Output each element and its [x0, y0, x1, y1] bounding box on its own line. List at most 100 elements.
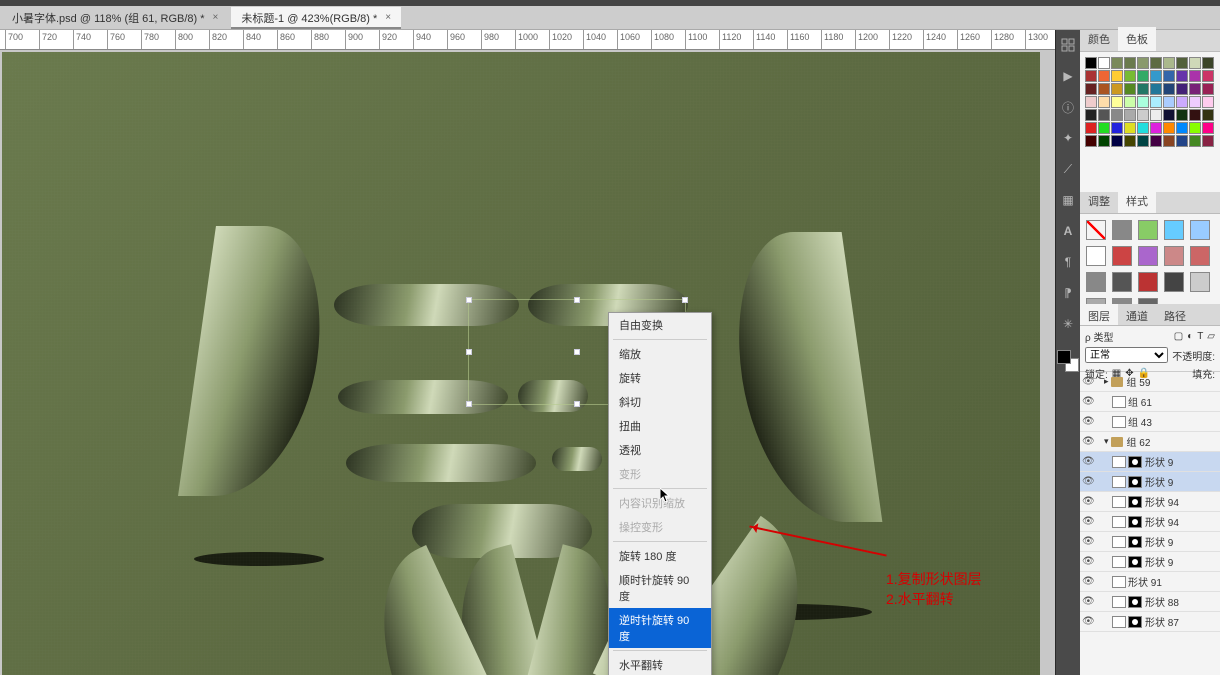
swatches-icon[interactable]: ▦ [1059, 191, 1077, 209]
ctx-rotate-cw-90[interactable]: 顺时针旋转 90 度 [609, 568, 711, 608]
style-preset[interactable] [1138, 220, 1158, 240]
styles-panel[interactable] [1080, 214, 1220, 304]
visibility-icon[interactable]: 👁 [1082, 396, 1096, 407]
tab-color[interactable]: 颜色 [1080, 27, 1118, 51]
layer-row[interactable]: 👁形状 9 [1080, 532, 1220, 552]
style-preset[interactable] [1086, 246, 1106, 266]
tab-adjustments[interactable]: 调整 [1080, 189, 1118, 213]
ctx-rotate-180[interactable]: 旋转 180 度 [609, 544, 711, 568]
style-preset[interactable] [1086, 272, 1106, 292]
layer-row[interactable]: 👁形状 87 [1080, 612, 1220, 632]
layer-row[interactable]: 👁形状 88 [1080, 592, 1220, 612]
swatch[interactable] [1176, 135, 1188, 147]
swatch[interactable] [1085, 96, 1097, 108]
swatch[interactable] [1111, 122, 1123, 134]
filter-adjust-icon[interactable]: ◐ [1187, 331, 1193, 342]
layer-row[interactable]: 👁组 43 [1080, 412, 1220, 432]
swatch[interactable] [1163, 135, 1175, 147]
layer-row[interactable]: 👁组 61 [1080, 392, 1220, 412]
swatch[interactable] [1098, 70, 1110, 82]
blend-mode-select[interactable]: 正常 [1085, 347, 1168, 363]
swatch[interactable] [1189, 83, 1201, 95]
swatch[interactable] [1124, 122, 1136, 134]
swatch[interactable] [1137, 96, 1149, 108]
swatch[interactable] [1150, 83, 1162, 95]
brush-icon[interactable]: ✦ [1059, 129, 1077, 147]
layer-row[interactable]: 👁形状 94 [1080, 512, 1220, 532]
swatch[interactable] [1189, 96, 1201, 108]
swatch[interactable] [1098, 122, 1110, 134]
canvas-area[interactable]: 7007207407607808008208408608809009209409… [0, 30, 1055, 675]
swatch[interactable] [1111, 70, 1123, 82]
visibility-icon[interactable]: 👁 [1082, 416, 1096, 427]
swatch[interactable] [1085, 83, 1097, 95]
swatch[interactable] [1176, 57, 1188, 69]
swatch[interactable] [1150, 109, 1162, 121]
style-preset[interactable] [1190, 246, 1210, 266]
swatch[interactable] [1111, 96, 1123, 108]
close-icon[interactable]: × [213, 12, 219, 23]
swatch[interactable] [1189, 70, 1201, 82]
layer-row[interactable]: 👁▸组 59 [1080, 372, 1220, 392]
swatch[interactable] [1189, 57, 1201, 69]
swatch[interactable] [1202, 135, 1214, 147]
swatch[interactable] [1176, 83, 1188, 95]
swatch[interactable] [1202, 122, 1214, 134]
swatch[interactable] [1176, 70, 1188, 82]
swatch[interactable] [1098, 83, 1110, 95]
layer-list[interactable]: 👁▸组 59👁组 61👁组 43👁▾组 62👁形状 9👁形状 9👁形状 94👁形… [1080, 372, 1220, 675]
style-preset[interactable] [1190, 220, 1210, 240]
swatch[interactable] [1150, 96, 1162, 108]
swatch[interactable] [1202, 83, 1214, 95]
swatch[interactable] [1202, 57, 1214, 69]
visibility-icon[interactable]: 👁 [1082, 436, 1096, 447]
swatch[interactable] [1085, 122, 1097, 134]
ctx-scale[interactable]: 缩放 [609, 342, 711, 366]
swatch[interactable] [1098, 57, 1110, 69]
swatch[interactable] [1150, 57, 1162, 69]
eyedropper-icon[interactable]: ⟋ [1059, 160, 1077, 178]
swatch[interactable] [1163, 96, 1175, 108]
swatches-panel[interactable] [1080, 52, 1220, 192]
swatch[interactable] [1124, 109, 1136, 121]
visibility-icon[interactable]: 👁 [1082, 596, 1096, 607]
style-preset[interactable] [1164, 220, 1184, 240]
layer-row[interactable]: 👁形状 9 [1080, 552, 1220, 572]
swatch[interactable] [1098, 109, 1110, 121]
swatch[interactable] [1124, 135, 1136, 147]
visibility-icon[interactable]: 👁 [1082, 556, 1096, 567]
visibility-icon[interactable]: 👁 [1082, 536, 1096, 547]
swatch[interactable] [1085, 109, 1097, 121]
swatch[interactable] [1085, 135, 1097, 147]
swatch[interactable] [1124, 83, 1136, 95]
swatch[interactable] [1111, 109, 1123, 121]
swatch[interactable] [1124, 96, 1136, 108]
swatch[interactable] [1085, 57, 1097, 69]
swatch[interactable] [1098, 135, 1110, 147]
style-preset[interactable] [1138, 272, 1158, 292]
swatch[interactable] [1163, 57, 1175, 69]
swatch[interactable] [1176, 122, 1188, 134]
swatch[interactable] [1176, 109, 1188, 121]
character-icon[interactable]: ⁋ [1059, 284, 1077, 302]
layer-row[interactable]: 👁形状 94 [1080, 492, 1220, 512]
paragraph-icon[interactable]: ¶ [1059, 253, 1077, 271]
swatch[interactable] [1163, 70, 1175, 82]
visibility-icon[interactable]: 👁 [1082, 616, 1096, 627]
style-preset[interactable] [1190, 272, 1210, 292]
swatch[interactable] [1124, 70, 1136, 82]
swatch[interactable] [1163, 109, 1175, 121]
close-icon[interactable]: × [385, 12, 391, 23]
tab-swatches[interactable]: 色板 [1118, 27, 1156, 51]
tab-styles[interactable]: 样式 [1118, 189, 1156, 213]
visibility-icon[interactable]: 👁 [1082, 516, 1096, 527]
swatch[interactable] [1137, 109, 1149, 121]
swatch[interactable] [1137, 135, 1149, 147]
swatch[interactable] [1085, 70, 1097, 82]
ctx-skew[interactable]: 斜切 [609, 390, 711, 414]
info-icon[interactable]: ⓘ [1059, 98, 1077, 116]
swatch[interactable] [1150, 70, 1162, 82]
arrange-icon[interactable] [1059, 36, 1077, 54]
style-preset[interactable] [1112, 220, 1132, 240]
visibility-icon[interactable]: 👁 [1082, 496, 1096, 507]
